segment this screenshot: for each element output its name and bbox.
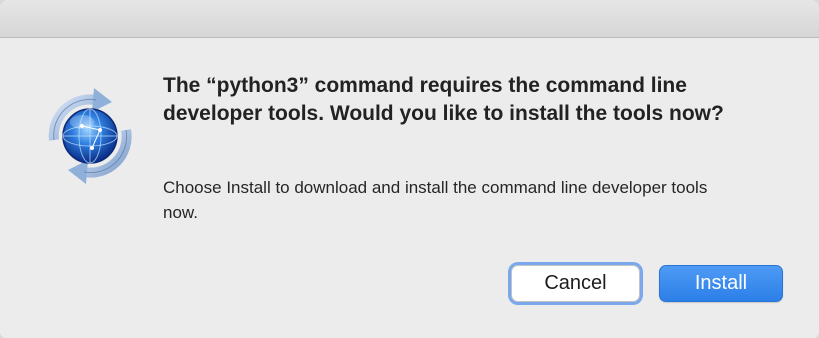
dialog-headline: The “python3” command requires the comma… xyxy=(163,74,724,125)
cancel-button[interactable]: Cancel xyxy=(511,265,640,302)
install-tools-dialog: The “python3” command requires the comma… xyxy=(0,0,819,338)
dialog-titlebar xyxy=(0,0,819,38)
software-update-globe-icon xyxy=(34,80,144,190)
install-button[interactable]: Install xyxy=(659,265,783,302)
dialog-message: Choose Install to download and install t… xyxy=(163,178,708,222)
